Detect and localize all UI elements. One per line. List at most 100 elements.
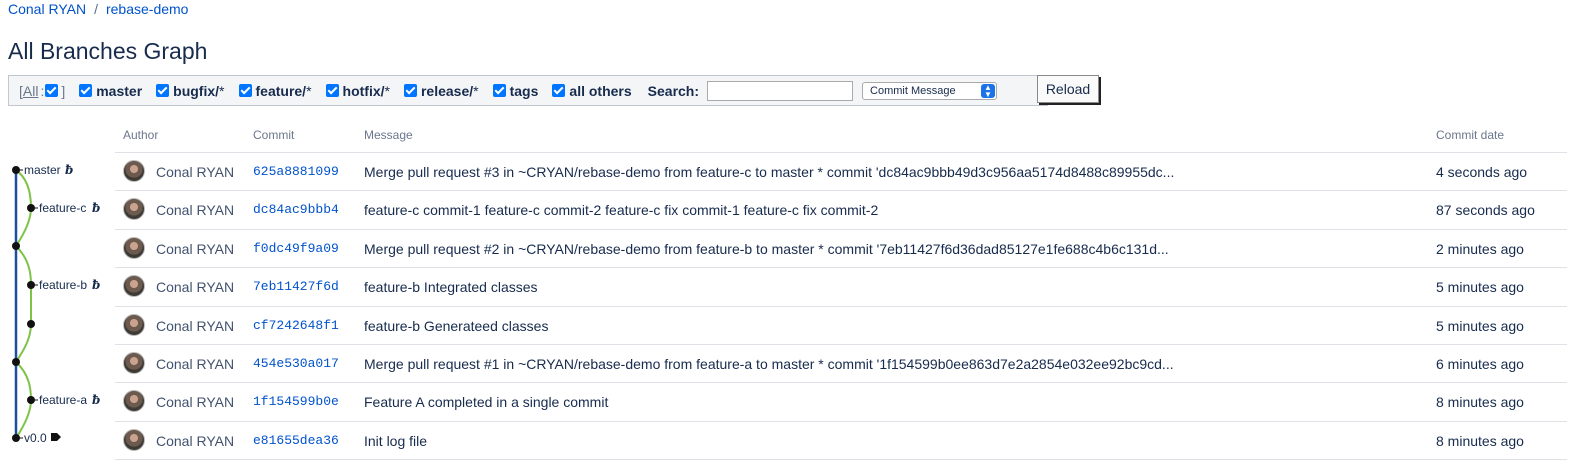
commit-author: Conal RYAN <box>156 394 235 410</box>
filter-feature-label: feature/ <box>255 82 307 99</box>
tag-icon <box>51 433 61 441</box>
filter-release-checkbox[interactable] <box>403 84 417 97</box>
commit-message: Merge pull request #1 in ~CRYAN/rebase-d… <box>364 356 1174 372</box>
commit-dot <box>27 320 35 328</box>
commit-message: feature-b Generateed classes <box>364 318 549 334</box>
branch-icon: ƀ <box>65 163 73 177</box>
commit-hash-link[interactable]: 454e530a017 <box>253 356 339 371</box>
filter-feature-checkbox[interactable] <box>238 84 252 97</box>
commit-row[interactable]: Conal RYAN 454e530a017 Merge pull reques… <box>115 344 1567 382</box>
filter-bugfix-label: bugfix/ <box>173 82 220 99</box>
branch-icon: ƀ <box>92 393 100 407</box>
all-link[interactable]: All <box>23 83 39 99</box>
commit-author: Conal RYAN <box>156 356 235 372</box>
commit-author: Conal RYAN <box>156 279 235 295</box>
filter-hotfix-wildcard: * <box>384 82 390 99</box>
commit-message: Merge pull request #2 in ~CRYAN/rebase-d… <box>364 241 1169 257</box>
filter-hotfix-label: hotfix/ <box>342 82 385 99</box>
commit-row[interactable]: Conal RYAN 7eb11427f6d feature-b Integra… <box>115 267 1567 305</box>
avatar <box>123 275 145 297</box>
search-mode-select[interactable]: Commit Message ▲ ▼ <box>862 81 998 100</box>
avatar <box>123 314 145 336</box>
commit-date: 5 minutes ago <box>1436 279 1524 295</box>
all-checkbox[interactable] <box>45 84 59 97</box>
breadcrumb-project-link[interactable]: Conal RYAN <box>8 1 86 17</box>
graph-label-feature-b: feature-b <box>39 278 87 292</box>
reload-button[interactable]: Reload <box>1037 75 1099 103</box>
all-close-bracket: ] <box>61 82 66 99</box>
commit-author: Conal RYAN <box>156 318 235 334</box>
commit-row[interactable]: Conal RYAN e81655dea36 Init log file 8 m… <box>115 421 1567 459</box>
commit-hash-link[interactable]: 7eb11427f6d <box>253 279 339 294</box>
commit-hash-link[interactable]: f0dc49f9a09 <box>253 241 339 256</box>
filter-bugfix-checkbox[interactable] <box>156 84 170 97</box>
breadcrumb-separator: / <box>94 1 98 17</box>
breadcrumb-repo-link[interactable]: rebase-demo <box>106 1 189 17</box>
feature-b-branch-line <box>15 245 32 363</box>
avatar <box>123 429 145 451</box>
graph-label-tag-v0-0: v0.0 <box>24 431 47 445</box>
commit-message: feature-c commit-1 feature-c commit-2 fe… <box>364 202 879 218</box>
filter-all-others-label: all others <box>569 82 632 99</box>
filter-release[interactable]: release/* <box>403 82 479 99</box>
all-toggle-group: [All: ] <box>19 83 65 99</box>
commit-row[interactable]: Conal RYAN f0dc49f9a09 Merge pull reques… <box>115 229 1567 267</box>
filter-release-label: release/ <box>420 82 474 99</box>
filter-all-others-checkbox[interactable] <box>552 84 566 97</box>
commit-date: 8 minutes ago <box>1436 433 1524 449</box>
all-colon: : <box>40 82 45 99</box>
filter-master[interactable]: master <box>79 83 142 99</box>
commit-date: 87 seconds ago <box>1436 202 1535 218</box>
filter-master-checkbox[interactable] <box>79 84 93 97</box>
commit-date: 5 minutes ago <box>1436 318 1524 334</box>
commit-message: Merge pull request #3 in ~CRYAN/rebase-d… <box>364 164 1175 180</box>
filter-tags[interactable]: tags <box>492 82 539 99</box>
breadcrumb: Conal RYAN / rebase-demo <box>8 1 188 17</box>
commit-message: Feature A completed in a single commit <box>364 394 609 410</box>
commit-row[interactable]: Conal RYAN cf7242648f1 feature-b Generat… <box>115 306 1567 344</box>
commit-hash-link[interactable]: cf7242648f1 <box>253 318 339 333</box>
commit-author: Conal RYAN <box>156 164 235 180</box>
commit-row[interactable]: Conal RYAN 625a8881099 Merge pull reques… <box>115 152 1567 190</box>
commit-message: Init log file <box>364 433 428 449</box>
avatar <box>123 198 145 220</box>
commit-hash-link[interactable]: e81655dea36 <box>253 433 339 448</box>
avatar <box>123 160 145 182</box>
commit-row[interactable]: Conal RYAN dc84ac9bbb4 feature-c commit-… <box>115 190 1567 228</box>
commit-author: Conal RYAN <box>156 202 235 218</box>
search-mode-value: Commit Message <box>870 84 956 97</box>
search-label: Search: <box>647 82 700 99</box>
filter-bugfix[interactable]: bugfix/* <box>156 82 225 99</box>
commit-hash-link[interactable]: dc84ac9bbb4 <box>253 202 339 217</box>
branch-icon: ƀ <box>92 201 100 215</box>
branch-icon: ƀ <box>92 278 100 292</box>
commit-date: 2 minutes ago <box>1436 241 1524 257</box>
column-header-commit: Commit <box>253 128 295 142</box>
filter-feature[interactable]: feature/* <box>238 82 312 99</box>
filter-tags-checkbox[interactable] <box>492 84 506 97</box>
commit-dot <box>12 358 20 366</box>
filter-master-label: master <box>96 82 143 99</box>
commit-author: Conal RYAN <box>156 433 235 449</box>
column-header-author: Author <box>123 128 159 142</box>
column-header-commit-date: Commit date <box>1436 128 1505 142</box>
commit-hash-link[interactable]: 1f154599b0e <box>253 394 339 409</box>
filter-tags-label: tags <box>509 82 539 99</box>
graph-label-master: master <box>24 163 61 177</box>
filter-toolbar: [All: ] master bugfix/* feature/* hotfix… <box>8 75 1048 106</box>
search-input[interactable] <box>707 80 854 101</box>
filter-hotfix-checkbox[interactable] <box>325 84 339 97</box>
commit-row[interactable]: Conal RYAN 1f154599b0e Feature A complet… <box>115 382 1567 420</box>
filter-hotfix[interactable]: hotfix/* <box>325 82 390 99</box>
filter-bugfix-wildcard: * <box>219 82 225 99</box>
commit-date: 4 seconds ago <box>1436 164 1528 180</box>
avatar <box>123 237 145 259</box>
commit-hash-link[interactable]: 625a8881099 <box>253 164 339 179</box>
avatar <box>123 352 145 374</box>
graph-label-feature-c: feature-c <box>39 201 86 215</box>
commit-date: 8 minutes ago <box>1436 394 1524 410</box>
commit-date: 6 minutes ago <box>1436 356 1524 372</box>
filter-feature-wildcard: * <box>306 82 312 99</box>
table-bottom-border <box>115 459 1567 460</box>
filter-all-others[interactable]: all others <box>552 82 632 99</box>
